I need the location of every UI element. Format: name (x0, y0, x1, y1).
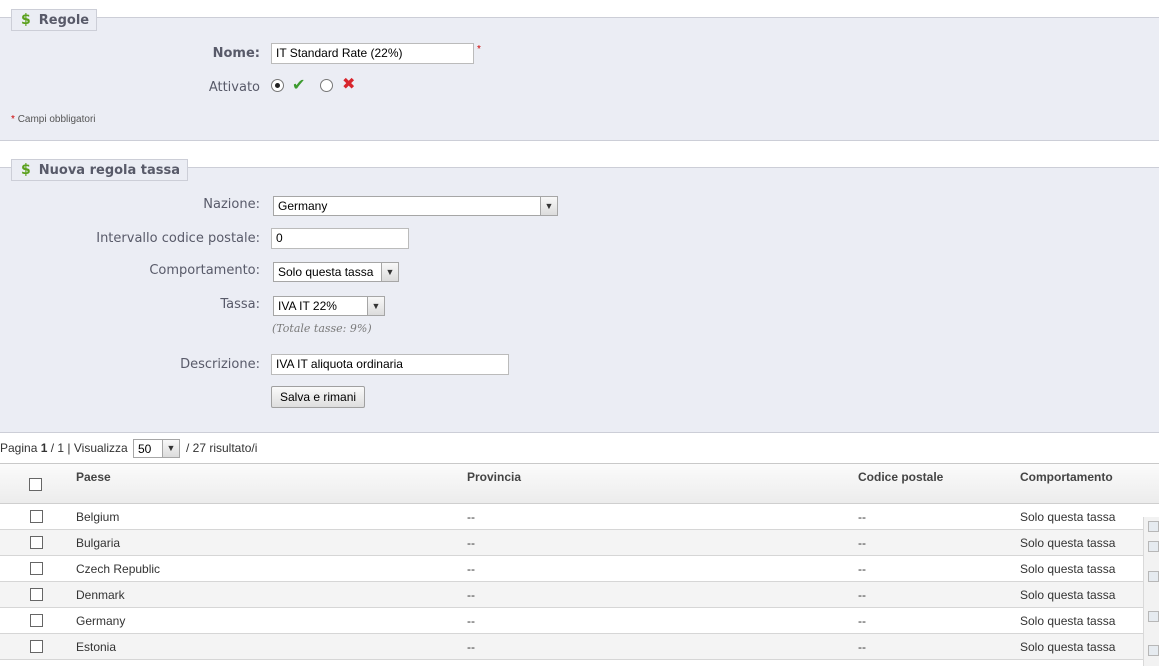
country-label: Nazione: (203, 197, 260, 212)
select-all-checkbox[interactable] (29, 478, 42, 491)
results-count: / 27 risultato/i (186, 441, 258, 455)
cell-behavior: Solo questa tassa (1020, 562, 1116, 576)
cell-postal-code: -- (858, 536, 866, 550)
save-and-stay-button[interactable]: Salva e rimani (271, 386, 366, 408)
row-checkbox[interactable] (30, 640, 43, 653)
header-behavior[interactable]: Comportamento (1020, 470, 1113, 484)
rules-legend-label: Regole (38, 12, 90, 28)
row-checkbox[interactable] (30, 614, 43, 627)
cell-behavior: Solo questa tassa (1020, 588, 1116, 602)
table-row[interactable]: Germany -- -- Solo questa tassa (0, 608, 1159, 634)
cell-postal-code: -- (858, 614, 866, 628)
cell-province: -- (467, 614, 475, 628)
cell-behavior: Solo questa tassa (1020, 614, 1116, 628)
cell-postal-code: -- (858, 640, 866, 654)
table-header: Paese Provincia Codice postale Comportam… (0, 463, 1159, 504)
cell-province: -- (467, 510, 475, 524)
postal-range-label: Intervallo codice postale: (96, 231, 260, 246)
new-tax-rule-legend-label: Nuova regola tassa (38, 162, 181, 178)
cell-country: Estonia (76, 640, 117, 654)
table-row[interactable]: Bulgaria -- -- Solo questa tassa (0, 530, 1159, 556)
description-input[interactable]: IVA IT aliquota ordinaria (271, 354, 509, 375)
table-row[interactable]: Czech Republic -- -- Solo questa tassa (0, 556, 1159, 582)
pagination: Pagina 1 / 1 | Visualizza (0, 441, 128, 455)
side-toolbar (1143, 517, 1159, 666)
cell-country: Belgium (76, 510, 120, 524)
cell-province: -- (467, 588, 475, 602)
cell-province: -- (467, 640, 475, 654)
cell-country: Denmark (76, 588, 125, 602)
behavior-select-value: Solo questa tassa (278, 265, 374, 279)
cell-postal-code: -- (858, 588, 866, 602)
table-row[interactable]: Denmark -- -- Solo questa tassa (0, 582, 1159, 608)
toolbar-icon[interactable] (1148, 541, 1159, 552)
toolbar-icon[interactable] (1148, 571, 1159, 582)
required-note-text: Campi obbligatori (17, 114, 96, 125)
header-country[interactable]: Paese (76, 470, 111, 484)
cell-province: -- (467, 536, 475, 550)
current-page: 1 (40, 441, 48, 455)
per-page-value: 50 (138, 442, 152, 456)
chevron-down-icon: ▼ (162, 440, 179, 457)
new-tax-rule-panel: $ Nuova regola tassa Nazione: Germany ▼ … (0, 159, 1159, 433)
enabled-label: Attivato (208, 80, 260, 95)
cell-behavior: Solo questa tassa (1020, 536, 1116, 550)
required-asterisk: * (477, 44, 481, 55)
toolbar-icon[interactable] (1148, 611, 1159, 622)
tax-select[interactable]: IVA IT 22% ▼ (273, 296, 385, 316)
header-province[interactable]: Provincia (467, 470, 521, 484)
check-icon[interactable]: ✔ (292, 77, 305, 93)
row-checkbox[interactable] (30, 510, 43, 523)
row-checkbox[interactable] (30, 536, 43, 549)
table-row[interactable]: Estonia -- -- Solo questa tassa (0, 634, 1159, 660)
total-tax-hint: (Totale tasse: 9%) (272, 322, 372, 335)
name-input[interactable]: IT Standard Rate (22%) (271, 43, 474, 64)
new-tax-rule-legend: $ Nuova regola tassa (11, 159, 189, 181)
country-select-value: Germany (278, 199, 328, 213)
row-checkbox[interactable] (30, 562, 43, 575)
cell-country: Germany (76, 614, 126, 628)
behavior-label: Comportamento: (149, 263, 260, 278)
required-note-asterisk: * (11, 114, 15, 125)
cell-country: Bulgaria (76, 536, 121, 550)
dollar-icon: $ (21, 162, 31, 178)
cell-behavior: Solo questa tassa (1020, 510, 1116, 524)
toolbar-icon[interactable] (1148, 521, 1159, 532)
dollar-icon: $ (21, 12, 31, 28)
name-label: Nome: (212, 46, 260, 61)
required-note: * Campi obbligatori (11, 114, 96, 125)
description-label: Descrizione: (180, 357, 260, 372)
rules-panel: $ Regole Nome: IT Standard Rate (22%) * … (0, 9, 1159, 141)
cell-postal-code: -- (858, 562, 866, 576)
chevron-down-icon: ▼ (367, 297, 384, 315)
chevron-down-icon: ▼ (540, 197, 557, 215)
header-postal-code[interactable]: Codice postale (858, 470, 943, 484)
enabled-yes-radio[interactable] (271, 79, 284, 92)
row-checkbox[interactable] (30, 588, 43, 601)
country-select[interactable]: Germany ▼ (273, 196, 558, 216)
tax-select-value: IVA IT 22% (278, 299, 337, 313)
page-total: / 1 | Visualizza (50, 441, 128, 455)
table-row[interactable]: Belgium -- -- Solo questa tassa (0, 504, 1159, 530)
enabled-no-radio[interactable] (320, 79, 333, 92)
cell-behavior: Solo questa tassa (1020, 640, 1116, 654)
page-label: Pagina (0, 441, 38, 455)
rules-legend: $ Regole (11, 9, 98, 31)
per-page-select[interactable]: 50 ▼ (133, 439, 180, 458)
cell-province: -- (467, 562, 475, 576)
toolbar-icon[interactable] (1148, 645, 1159, 656)
cell-country: Czech Republic (76, 562, 161, 576)
tax-label: Tassa: (220, 297, 260, 312)
cross-icon[interactable]: ✖ (342, 76, 355, 92)
chevron-down-icon: ▼ (381, 263, 398, 281)
postal-range-input[interactable]: 0 (271, 228, 409, 249)
behavior-select[interactable]: Solo questa tassa ▼ (273, 262, 399, 282)
cell-postal-code: -- (858, 510, 866, 524)
